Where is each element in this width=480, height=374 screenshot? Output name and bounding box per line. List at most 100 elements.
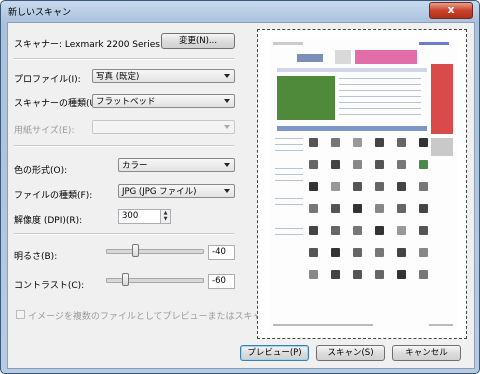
product-thumbnail (397, 160, 406, 169)
text-line (339, 102, 421, 103)
scanner-label: スキャナー: Lexmark 2200 Series (14, 40, 160, 50)
source-label: スキャナーの種類(U): (14, 99, 103, 109)
product-thumbnail (419, 270, 428, 279)
preview-button[interactable]: プレビュー(P) (240, 345, 309, 361)
page-footer-date (429, 324, 453, 326)
product-thumbnail (397, 226, 406, 235)
product-thumbnail (331, 248, 340, 257)
profile-label: プロファイル(I): (14, 75, 81, 85)
cancel-button[interactable]: キャンセル (392, 345, 461, 361)
product-thumbnail (397, 270, 406, 279)
brightness-value[interactable]: -40 (208, 245, 235, 260)
page-header-left (273, 42, 303, 45)
text-line (339, 78, 421, 79)
source-select[interactable]: フラットベッド (92, 94, 235, 108)
page-banner (355, 50, 417, 64)
product-thumbnail (309, 248, 318, 257)
product-thumbnail (375, 138, 384, 147)
product-thumbnail (309, 160, 318, 169)
spin-down-icon[interactable]: ▼ (161, 216, 170, 222)
page-section-bar (277, 126, 427, 131)
product-thumbnail (309, 204, 318, 213)
chevron-down-icon (224, 163, 230, 167)
text-line (275, 174, 303, 175)
site-logo (297, 54, 323, 62)
product-thumbnail (309, 182, 318, 191)
product-thumbnail (419, 226, 428, 235)
text-line (275, 138, 303, 139)
scan-dialog: 新しいスキャン x スキャナー: Lexmark 2200 Series 変更(… (0, 0, 480, 374)
color-format-label: 色の形式(O): (14, 166, 68, 176)
product-thumbnail (419, 248, 428, 257)
text-line (275, 168, 303, 169)
paper-size-select (92, 120, 235, 134)
product-thumbnail (331, 182, 340, 191)
product-thumbnail (309, 270, 318, 279)
file-type-select[interactable]: JPG (JPG ファイル) (118, 184, 235, 198)
product-thumbnail (419, 204, 428, 213)
separator (14, 233, 234, 235)
color-format-select[interactable]: カラー (118, 158, 235, 172)
product-thumbnail (375, 204, 384, 213)
scan-button[interactable]: スキャン(S) (316, 345, 385, 361)
text-line (339, 114, 421, 115)
product-thumbnail (353, 226, 362, 235)
color-format-value: カラー (122, 161, 148, 171)
product-thumbnail (309, 138, 318, 147)
change-scanner-button[interactable]: 変更(N)... (161, 33, 235, 49)
profile-select[interactable]: 写真 (既定) (92, 69, 235, 83)
contrast-value[interactable]: -60 (208, 274, 235, 289)
product-thumbnail (397, 204, 406, 213)
text-line (339, 108, 421, 109)
resolution-input[interactable]: 300 (118, 209, 161, 224)
text-line (275, 234, 303, 235)
product-thumbnail (375, 248, 384, 257)
title-bar: 新しいスキャン x (1, 1, 479, 21)
chevron-down-icon (224, 74, 230, 78)
text-line (275, 204, 303, 205)
product-thumbnail (419, 138, 428, 147)
product-thumbnail (353, 182, 362, 191)
separator (14, 145, 234, 147)
product-thumbnail (353, 270, 362, 279)
page-sidebar-ad (431, 138, 453, 156)
product-thumbnail (397, 182, 406, 191)
dialog-client-area: スキャナー: Lexmark 2200 Series 変更(N)... プロファ… (7, 22, 475, 369)
page-icon (335, 50, 351, 64)
file-type-value: JPG (JPG ファイル) (122, 187, 197, 197)
contrast-slider-thumb[interactable] (122, 273, 130, 286)
product-thumbnail (353, 138, 362, 147)
product-thumbnail (309, 226, 318, 235)
text-line (339, 96, 421, 97)
resolution-label: 解像度 (DPI)(R): (14, 216, 83, 226)
page-sidebar-ad (431, 64, 453, 134)
product-thumbnail (419, 160, 428, 169)
chevron-down-icon (224, 99, 230, 103)
close-button[interactable]: x (429, 2, 473, 19)
product-thumbnail (397, 248, 406, 257)
product-thumbnail (375, 270, 384, 279)
chevron-down-icon (224, 125, 230, 129)
window-title: 新しいスキャン (8, 8, 72, 18)
profile-value: 写真 (既定) (96, 72, 140, 82)
brightness-slider-thumb[interactable] (131, 244, 139, 257)
product-thumbnail (331, 204, 340, 213)
product-thumbnail (375, 160, 384, 169)
chevron-down-icon (224, 189, 230, 193)
product-thumbnail (331, 270, 340, 279)
resolution-spinner[interactable]: ▲ ▼ (161, 209, 171, 224)
product-thumbnail (375, 182, 384, 191)
page-nav (277, 68, 427, 72)
preview-area[interactable] (257, 29, 467, 339)
contrast-label: コントラスト(C): (14, 281, 85, 291)
page-photo (277, 76, 335, 120)
product-thumbnail (375, 226, 384, 235)
text-line (339, 90, 421, 91)
text-line (275, 150, 303, 151)
product-thumbnail (331, 138, 340, 147)
product-thumbnail (331, 226, 340, 235)
brightness-track (106, 249, 204, 254)
product-thumbnail (331, 160, 340, 169)
text-line (275, 144, 303, 145)
product-thumbnail (353, 248, 362, 257)
